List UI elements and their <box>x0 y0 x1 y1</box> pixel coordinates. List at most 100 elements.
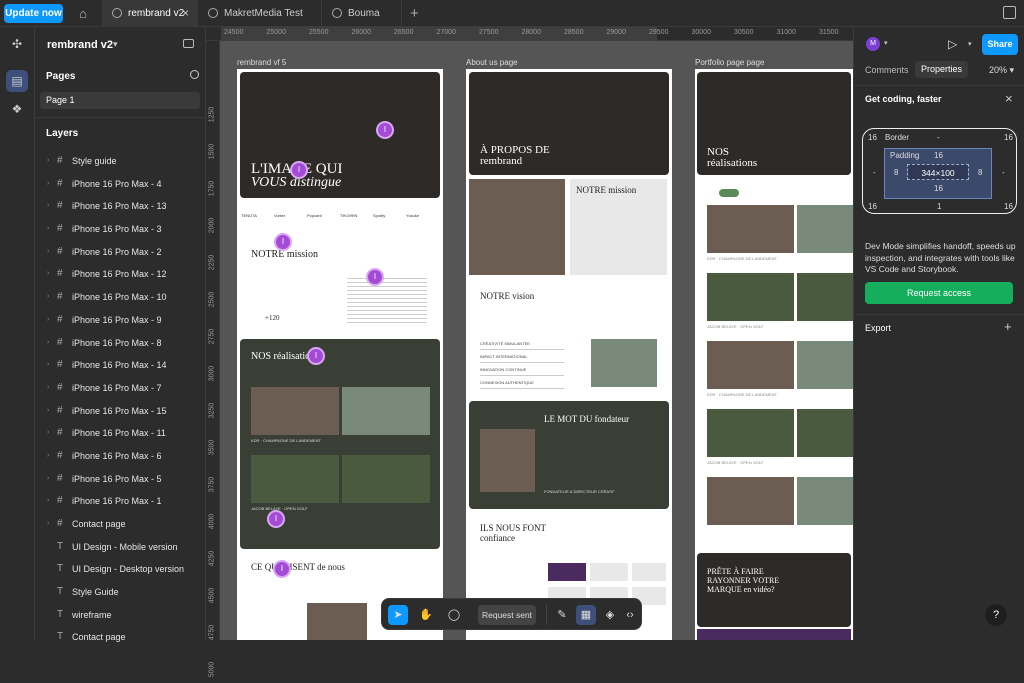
layer-item[interactable]: › # iPhone 16 Pro Max - 1 <box>35 490 206 513</box>
layer-item[interactable]: › # Contact page <box>35 513 206 536</box>
tab-label: Bouma <box>348 8 380 19</box>
chevron-right-icon[interactable]: › <box>47 173 49 196</box>
code-icon[interactable]: ‹› <box>620 605 640 625</box>
frame-portfolio[interactable]: NOS réalisations KDR · CHAMPAGNE DE LAND… <box>695 69 853 640</box>
window-icon[interactable] <box>1003 6 1016 19</box>
devmode-description: Dev Mode simplifies handoff, speeds up i… <box>865 241 1016 274</box>
layer-item[interactable]: › # iPhone 16 Pro Max - 14 <box>35 354 206 377</box>
comment-tool-icon[interactable]: ◯ <box>444 605 464 625</box>
chevron-right-icon[interactable]: › <box>47 195 49 218</box>
measure-icon[interactable]: ▦ <box>576 605 596 625</box>
frame-label[interactable]: About us page <box>466 58 518 67</box>
layer-item[interactable]: › # iPhone 16 Pro Max - 13 <box>35 195 206 218</box>
chevron-down-icon[interactable]: ▾ <box>113 39 118 50</box>
top-ruler: 24500 25000 25500 26000 26500 27000 27500 28000… <box>206 27 881 41</box>
video-caption: KDR · CHAMPAGNE DE LANDEMENT <box>707 392 777 397</box>
layer-item[interactable]: Twireframe <box>35 604 206 627</box>
annotate-icon[interactable]: ✎ <box>552 605 572 625</box>
figma-logo-icon[interactable]: ✣ <box>6 33 28 55</box>
layer-label: iPhone 16 Pro Max - 2 <box>72 246 162 257</box>
frame-rembrand-vf5[interactable]: L'IMAGE QUI VOUS distingue TENOTA Vortex P… <box>237 69 443 640</box>
tab-rembrand-v2[interactable]: rembrand v2 × <box>102 0 198 27</box>
chevron-right-icon[interactable]: › <box>47 332 49 355</box>
padding-bottom-value: 16 <box>934 184 943 193</box>
layer-item[interactable]: › # iPhone 16 Pro Max - 12 <box>35 263 206 286</box>
chevron-right-icon[interactable]: › <box>47 309 49 332</box>
assets-icon[interactable]: ❖ <box>6 98 28 120</box>
component-icon[interactable]: ◈ <box>600 605 620 625</box>
request-access-button[interactable]: Request access <box>865 282 1013 304</box>
tab-comments[interactable]: Comments <box>865 65 909 75</box>
add-export-icon[interactable]: + <box>1004 319 1012 334</box>
ruler-tick-label: 28500 <box>564 29 584 36</box>
file-name[interactable]: rembrand v2 <box>47 39 113 51</box>
layer-item[interactable]: › # iPhone 16 Pro Max - 5 <box>35 468 206 491</box>
help-button[interactable]: ? <box>985 604 1007 626</box>
pages-file-icon[interactable]: ▤ <box>6 70 28 92</box>
chevron-right-icon[interactable]: › <box>47 263 49 286</box>
ruler-tick-label: 27000 <box>436 29 456 36</box>
chevron-right-icon[interactable]: › <box>47 490 49 513</box>
chevron-right-icon[interactable]: › <box>47 445 49 468</box>
chevron-down-icon[interactable]: ▾ <box>884 39 888 47</box>
layer-item[interactable]: › # Style guide <box>35 150 206 173</box>
frame-label[interactable]: Portfolio page page <box>695 58 764 67</box>
chevron-right-icon[interactable]: › <box>47 513 49 536</box>
frame-label[interactable]: rembrand vf 5 <box>237 58 286 67</box>
search-icon[interactable] <box>190 70 199 79</box>
chevron-right-icon[interactable]: › <box>47 422 49 445</box>
move-tool-icon[interactable]: ➤ <box>388 605 408 625</box>
layer-item[interactable]: › # iPhone 16 Pro Max - 9 <box>35 309 206 332</box>
ruler-tick-label: 24500 <box>224 29 244 36</box>
tab-properties[interactable]: Properties <box>915 61 968 78</box>
layer-item[interactable]: › # iPhone 16 Pro Max - 6 <box>35 445 206 468</box>
layer-item[interactable]: › # iPhone 16 Pro Max - 4 <box>35 173 206 196</box>
layer-item[interactable]: T Contact page <box>35 626 206 649</box>
hand-tool-icon[interactable]: ✋ <box>416 605 436 625</box>
chevron-right-icon[interactable]: › <box>47 241 49 264</box>
chevron-right-icon[interactable]: › <box>47 400 49 423</box>
right-panel: M ▾ ▷ ▾ Share Comments Properties 20% ▾ … <box>853 27 1024 640</box>
zoom-level[interactable]: 20% ▾ <box>989 65 1014 76</box>
new-tab-icon[interactable]: + <box>410 0 419 27</box>
chevron-right-icon[interactable]: › <box>47 150 49 173</box>
layer-label: iPhone 16 Pro Max - 14 <box>72 360 167 371</box>
layer-item[interactable]: T Style Guide <box>35 581 206 604</box>
founder-video <box>480 429 535 492</box>
chevron-right-icon[interactable]: › <box>47 354 49 377</box>
page-item[interactable]: Page 1 <box>40 92 200 109</box>
layer-item[interactable]: › # iPhone 16 Pro Max - 8 <box>35 332 206 355</box>
ruler-tick-label: 31500 <box>819 29 839 36</box>
chevron-right-icon[interactable]: › <box>47 468 49 491</box>
layer-item[interactable]: › # iPhone 16 Pro Max - 10 <box>35 286 206 309</box>
collab-cursor: I <box>376 121 394 139</box>
video-thumb <box>797 205 853 253</box>
layer-item[interactable]: T UI Design - Desktop version <box>35 558 206 581</box>
update-now-button[interactable]: Update now <box>4 4 63 23</box>
share-button[interactable]: Share <box>982 34 1018 55</box>
home-icon[interactable]: ⌂ <box>72 4 94 23</box>
layer-item[interactable]: › # iPhone 16 Pro Max - 11 <box>35 422 206 445</box>
frame-about-us[interactable]: À PROPOS DE rembrand NOTRE mission NOTRE… <box>466 69 672 640</box>
layer-item[interactable]: › # iPhone 16 Pro Max - 3 <box>35 218 206 241</box>
close-icon[interactable]: × <box>1005 91 1013 106</box>
layer-item[interactable]: › # iPhone 16 Pro Max - 7 <box>35 377 206 400</box>
tab-bouma[interactable]: Bouma <box>322 0 402 27</box>
chevron-down-icon[interactable]: ▾ <box>968 40 972 48</box>
panel-toggle-icon[interactable] <box>183 39 194 48</box>
layer-item[interactable]: T UI Design - Mobile version <box>35 536 206 559</box>
tab-makretmedia[interactable]: MakretMedia Test <box>198 0 322 27</box>
chevron-right-icon[interactable]: › <box>47 377 49 400</box>
frame-icon: # <box>57 223 63 235</box>
close-tab-icon[interactable]: × <box>182 0 189 27</box>
frame-icon: # <box>57 427 63 439</box>
chevron-right-icon[interactable]: › <box>47 286 49 309</box>
request-sent-button[interactable]: Request sent <box>478 605 536 625</box>
chevron-right-icon[interactable]: › <box>47 218 49 241</box>
canvas[interactable]: rembrand vf 5 L'IMAGE QUI VOUS distingue… <box>206 27 853 640</box>
avatar[interactable]: M <box>866 37 880 51</box>
layer-item[interactable]: › # iPhone 16 Pro Max - 2 <box>35 241 206 264</box>
box-model-content: 344×100 <box>907 164 969 180</box>
present-play-icon[interactable]: ▷ <box>948 37 957 51</box>
layer-item[interactable]: › # iPhone 16 Pro Max - 15 <box>35 400 206 423</box>
